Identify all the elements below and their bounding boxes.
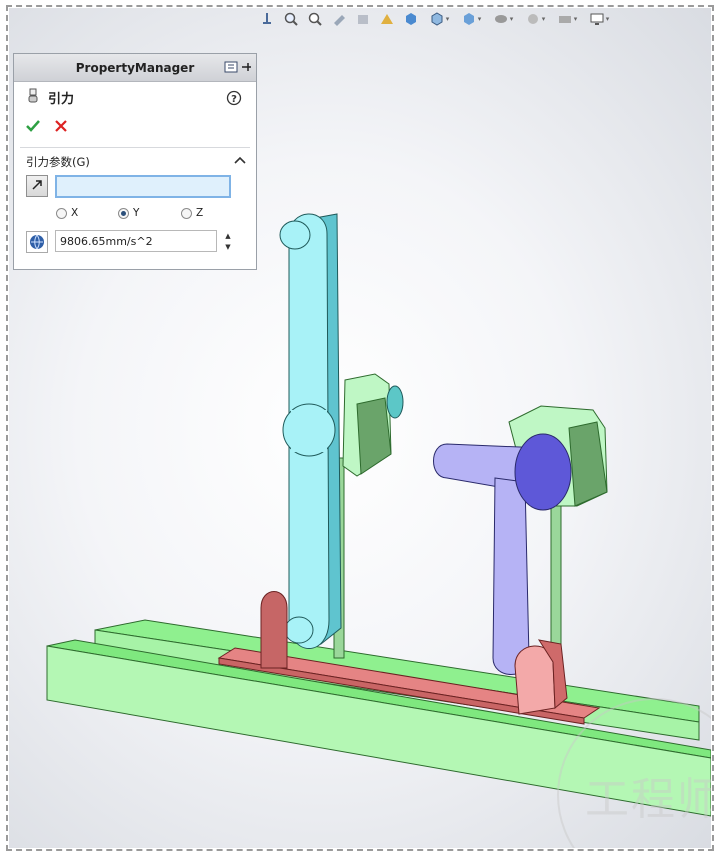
app-frame: 工程师 ▾ ▾ ▾ ▾ ▾ ▾ PropertyManager 引力 ? 引力参… <box>0 0 721 857</box>
arrow-icon <box>30 178 44 195</box>
pin-panel-icon[interactable] <box>224 60 238 77</box>
cyan-arm-bottom-pin[interactable] <box>284 616 314 644</box>
reverse-direction-button[interactable] <box>26 175 48 197</box>
svg-text:?: ? <box>231 94 237 105</box>
view-orientation-icon[interactable] <box>256 8 278 30</box>
globe-gravity-icon <box>26 231 48 253</box>
view-settings-icon[interactable]: ▾ <box>552 8 582 30</box>
direction-reference-field[interactable] <box>55 175 231 198</box>
spin-down-icon[interactable]: ▼ <box>225 243 230 251</box>
display-icon[interactable]: ▾ <box>584 8 614 30</box>
axis-option-x[interactable]: X <box>56 207 78 219</box>
chevron-up-icon[interactable] <box>234 154 246 168</box>
axis-option-y[interactable]: Y <box>118 207 139 219</box>
heads-up-toolbar: ▾ ▾ ▾ ▾ ▾ ▾ <box>256 8 614 30</box>
push-pin-icon[interactable] <box>240 60 252 77</box>
radio-x[interactable] <box>56 207 67 219</box>
group-title: 引力参数(G) <box>26 155 90 169</box>
radio-y[interactable] <box>118 207 129 219</box>
header-icons <box>224 60 252 77</box>
property-manager-panel: PropertyManager 引力 ? 引力参数(G) X Y Z 9806.… <box>13 53 257 270</box>
edit-appearance-icon[interactable]: ▾ <box>488 8 518 30</box>
axis-label-z: Z <box>196 207 204 219</box>
display-style-icon[interactable]: ▾ <box>424 8 454 30</box>
cyan-arm-top-pin[interactable] <box>279 220 311 250</box>
spin-up-icon[interactable]: ▲ <box>225 232 230 240</box>
purple-arm-vertical[interactable] <box>492 477 530 675</box>
axis-option-z[interactable]: Z <box>181 207 203 219</box>
cyan-arm-bulge-fill <box>291 410 327 452</box>
check-icon <box>25 119 41 136</box>
close-icon <box>54 119 68 136</box>
property-manager-header: PropertyManager <box>14 54 256 82</box>
feature-row: 引力 <box>26 88 74 107</box>
gravity-feature-icon <box>26 88 40 107</box>
axis-label-x: X <box>71 207 79 219</box>
watermark-text: 工程师 <box>585 774 711 825</box>
dynamic-annotation-icon[interactable] <box>376 8 398 30</box>
ok-button[interactable] <box>24 118 42 136</box>
left-hub-pin[interactable] <box>386 385 404 419</box>
red-post[interactable] <box>260 591 288 669</box>
right-shaft[interactable] <box>550 497 562 659</box>
apply-scene-icon[interactable]: ▾ <box>520 8 550 30</box>
gravity-value-field[interactable]: 9806.65mm/s^2 <box>55 230 217 252</box>
radio-z[interactable] <box>181 207 192 219</box>
hide-show-icon[interactable]: ▾ <box>456 8 486 30</box>
left-hub-face[interactable] <box>356 397 392 475</box>
property-manager-title: PropertyManager <box>75 60 195 75</box>
previous-view-icon[interactable] <box>328 8 350 30</box>
help-icon[interactable]: ? <box>226 90 242 109</box>
purple-arm-hub[interactable] <box>514 433 572 511</box>
section-view-icon[interactable] <box>352 8 374 30</box>
feature-name: 引力 <box>48 92 75 107</box>
view-cube-icon[interactable] <box>400 8 422 30</box>
cancel-button[interactable] <box>52 118 70 136</box>
zoom-to-area-icon[interactable] <box>304 8 326 30</box>
group-separator <box>20 147 250 148</box>
zoom-to-fit-icon[interactable] <box>280 8 302 30</box>
axis-label-y: Y <box>133 207 140 219</box>
gravity-spinner[interactable]: ▲ ▼ <box>222 230 234 252</box>
